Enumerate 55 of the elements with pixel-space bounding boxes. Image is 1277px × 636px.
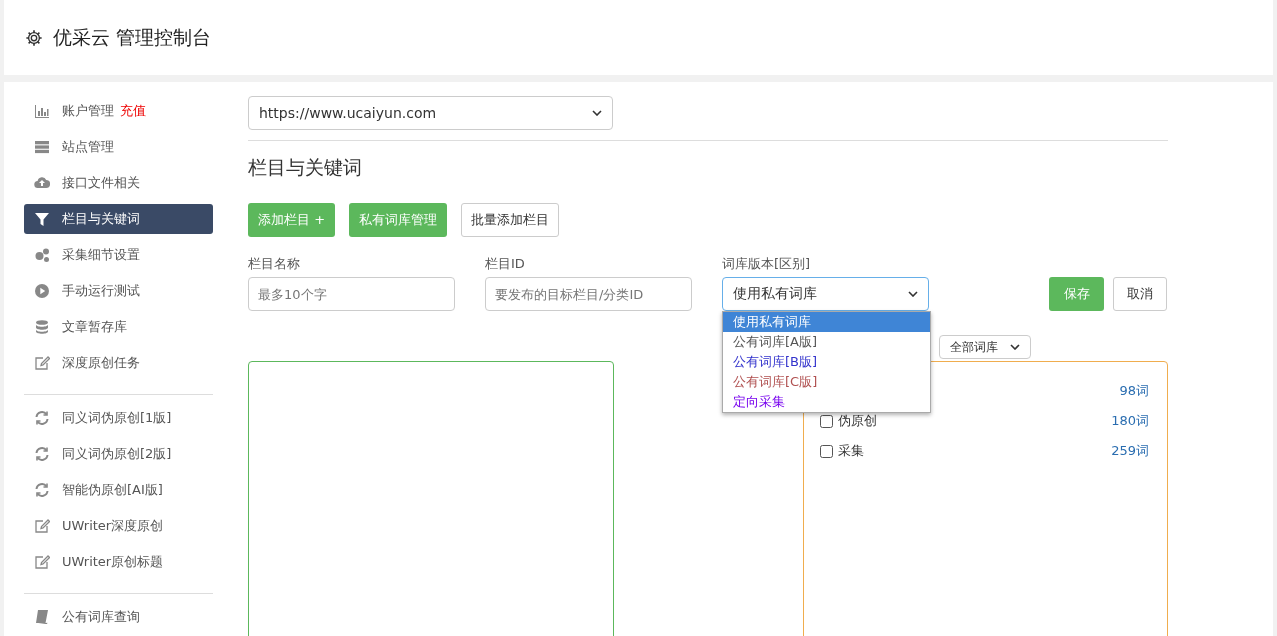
checkbox[interactable] [819, 444, 833, 458]
edit-icon [34, 355, 50, 371]
checkbox[interactable] [819, 414, 833, 428]
library-name: 采集 [837, 442, 864, 460]
settings-icon [25, 28, 43, 47]
field-label: 词库版本[区别] [722, 255, 812, 273]
refresh-icon [34, 446, 50, 462]
bar-chart-icon [34, 103, 50, 119]
sidebar-item[interactable]: 栏目与关键词 [24, 204, 213, 234]
library-name: 伪原创 [837, 412, 877, 430]
sidebar-item[interactable]: 同义词伪原创[2版] [24, 439, 213, 469]
cancel-button[interactable]: 取消 [1113, 277, 1167, 311]
field-label: 栏目名称 [248, 255, 301, 273]
sidebar-item[interactable]: 采集细节设置 [24, 240, 213, 270]
dropdown-option[interactable]: 使用私有词库 [723, 312, 930, 332]
sidebar-item[interactable]: 站点管理 [24, 132, 213, 162]
chevron-down-icon [592, 110, 602, 116]
sidebar-item[interactable]: 手动运行测试 [24, 276, 213, 306]
word-count: 180词 [1111, 412, 1149, 430]
refresh-icon [34, 410, 50, 426]
edit-icon [34, 554, 50, 570]
filter-icon [34, 211, 50, 227]
server-icon [34, 139, 50, 155]
sidebar-item[interactable]: 文章暂存库 [24, 312, 213, 342]
input-field[interactable]: 要发布的目标栏目/分类ID [485, 277, 692, 311]
sidebar-item[interactable]: 接口文件相关 [24, 168, 213, 198]
refresh-icon [34, 482, 50, 498]
site-select[interactable]: https://www.ucaiyun.com [248, 96, 613, 130]
version-select[interactable]: 使用私有词库 [722, 277, 929, 311]
field-label: 栏目ID [485, 255, 526, 273]
sidebar-item[interactable]: 深度原创任务 [24, 348, 213, 378]
edit-icon [34, 518, 50, 534]
section-heading: 栏目与关键词 [248, 155, 363, 180]
library-filter-select[interactable]: 全部词库 [939, 335, 1031, 359]
sidebar-item[interactable]: 同义词伪原创[1版] [24, 403, 213, 433]
sidebar-item[interactable]: 公有词库查询 [24, 602, 213, 632]
database-icon [34, 319, 50, 335]
sidebar-item[interactable]: UWriter原创标题 [24, 547, 213, 577]
dropdown-option[interactable]: 定向采集 [723, 392, 930, 412]
dropdown-option[interactable]: 公有词库[A版] [723, 332, 930, 352]
sidebar-item[interactable]: 账户管理 充值 [24, 96, 213, 126]
cloud-upload-icon [34, 175, 50, 191]
toolbar-button[interactable]: 批量添加栏目 [461, 203, 560, 237]
sidebar-item[interactable]: UWriter深度原创 [24, 511, 213, 541]
play-icon [34, 283, 50, 299]
word-count: 259词 [1111, 442, 1149, 460]
input-field[interactable]: 最多10个字 [248, 277, 455, 311]
word-count: 98词 [1119, 382, 1149, 400]
chevron-down-icon [908, 291, 918, 297]
chevron-down-icon [1010, 344, 1020, 350]
recharge-link[interactable]: 充值 [120, 102, 146, 120]
app-title: 优采云 管理控制台 [53, 24, 212, 50]
dropdown-option[interactable]: 公有词库[C版] [723, 372, 930, 392]
dropdown-option[interactable]: 公有词库[B版] [723, 352, 930, 372]
sidebar-item[interactable]: 智能伪原创[AI版] [24, 475, 213, 505]
